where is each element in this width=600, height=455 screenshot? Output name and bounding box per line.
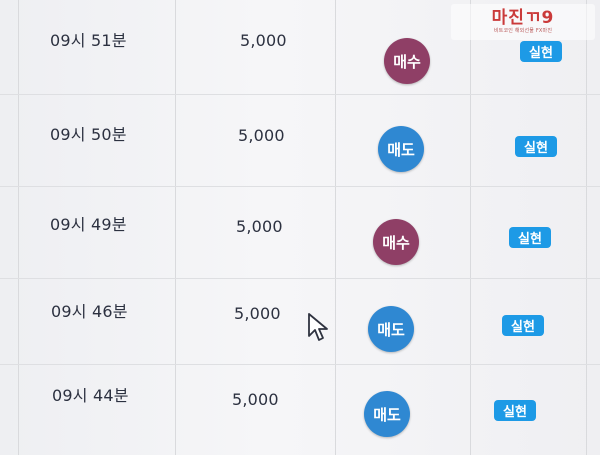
column-divider [470, 0, 471, 455]
status-badge[interactable]: 실현 [520, 41, 562, 62]
watermark-subtitle: 비트코인 해외선물 FX마진 [493, 28, 553, 34]
side-badge-buy[interactable]: 매수 [373, 219, 419, 265]
trade-time: 09시 46분 [51, 302, 128, 321]
status-badge[interactable]: 실현 [502, 315, 544, 336]
watermark-brand: 마진ㄲ9 [491, 8, 555, 28]
column-divider [586, 0, 587, 455]
status-badge[interactable]: 실현 [509, 227, 551, 248]
site-watermark: 마진ㄲ9 비트코인 해외선물 FX마진 [451, 4, 595, 40]
trade-amount: 5,000 [238, 126, 285, 145]
trade-time: 09시 44분 [52, 386, 129, 405]
side-badge-buy[interactable]: 매수 [384, 38, 430, 84]
trade-history-screen: 09시 51분 5,000 매수 실현 09시 50분 5,000 매도 실현 … [0, 0, 600, 455]
side-badge-sell[interactable]: 매도 [364, 391, 410, 437]
row-divider [0, 278, 600, 279]
trade-time: 09시 49분 [50, 215, 127, 234]
column-divider [335, 0, 336, 455]
row-divider [0, 94, 600, 95]
trade-amount: 5,000 [240, 31, 287, 50]
side-badge-sell[interactable]: 매도 [378, 126, 424, 172]
row-divider [0, 186, 600, 187]
trade-time: 09시 51분 [50, 31, 127, 50]
side-badge-sell[interactable]: 매도 [368, 306, 414, 352]
column-divider [175, 0, 176, 455]
trade-amount: 5,000 [236, 217, 283, 236]
status-badge[interactable]: 실현 [515, 136, 557, 157]
column-divider [18, 0, 19, 455]
trade-amount: 5,000 [232, 390, 279, 409]
trade-time: 09시 50분 [50, 125, 127, 144]
status-badge[interactable]: 실현 [494, 400, 536, 421]
trade-amount: 5,000 [234, 304, 281, 323]
row-divider [0, 364, 600, 365]
mouse-pointer-icon [308, 313, 328, 341]
